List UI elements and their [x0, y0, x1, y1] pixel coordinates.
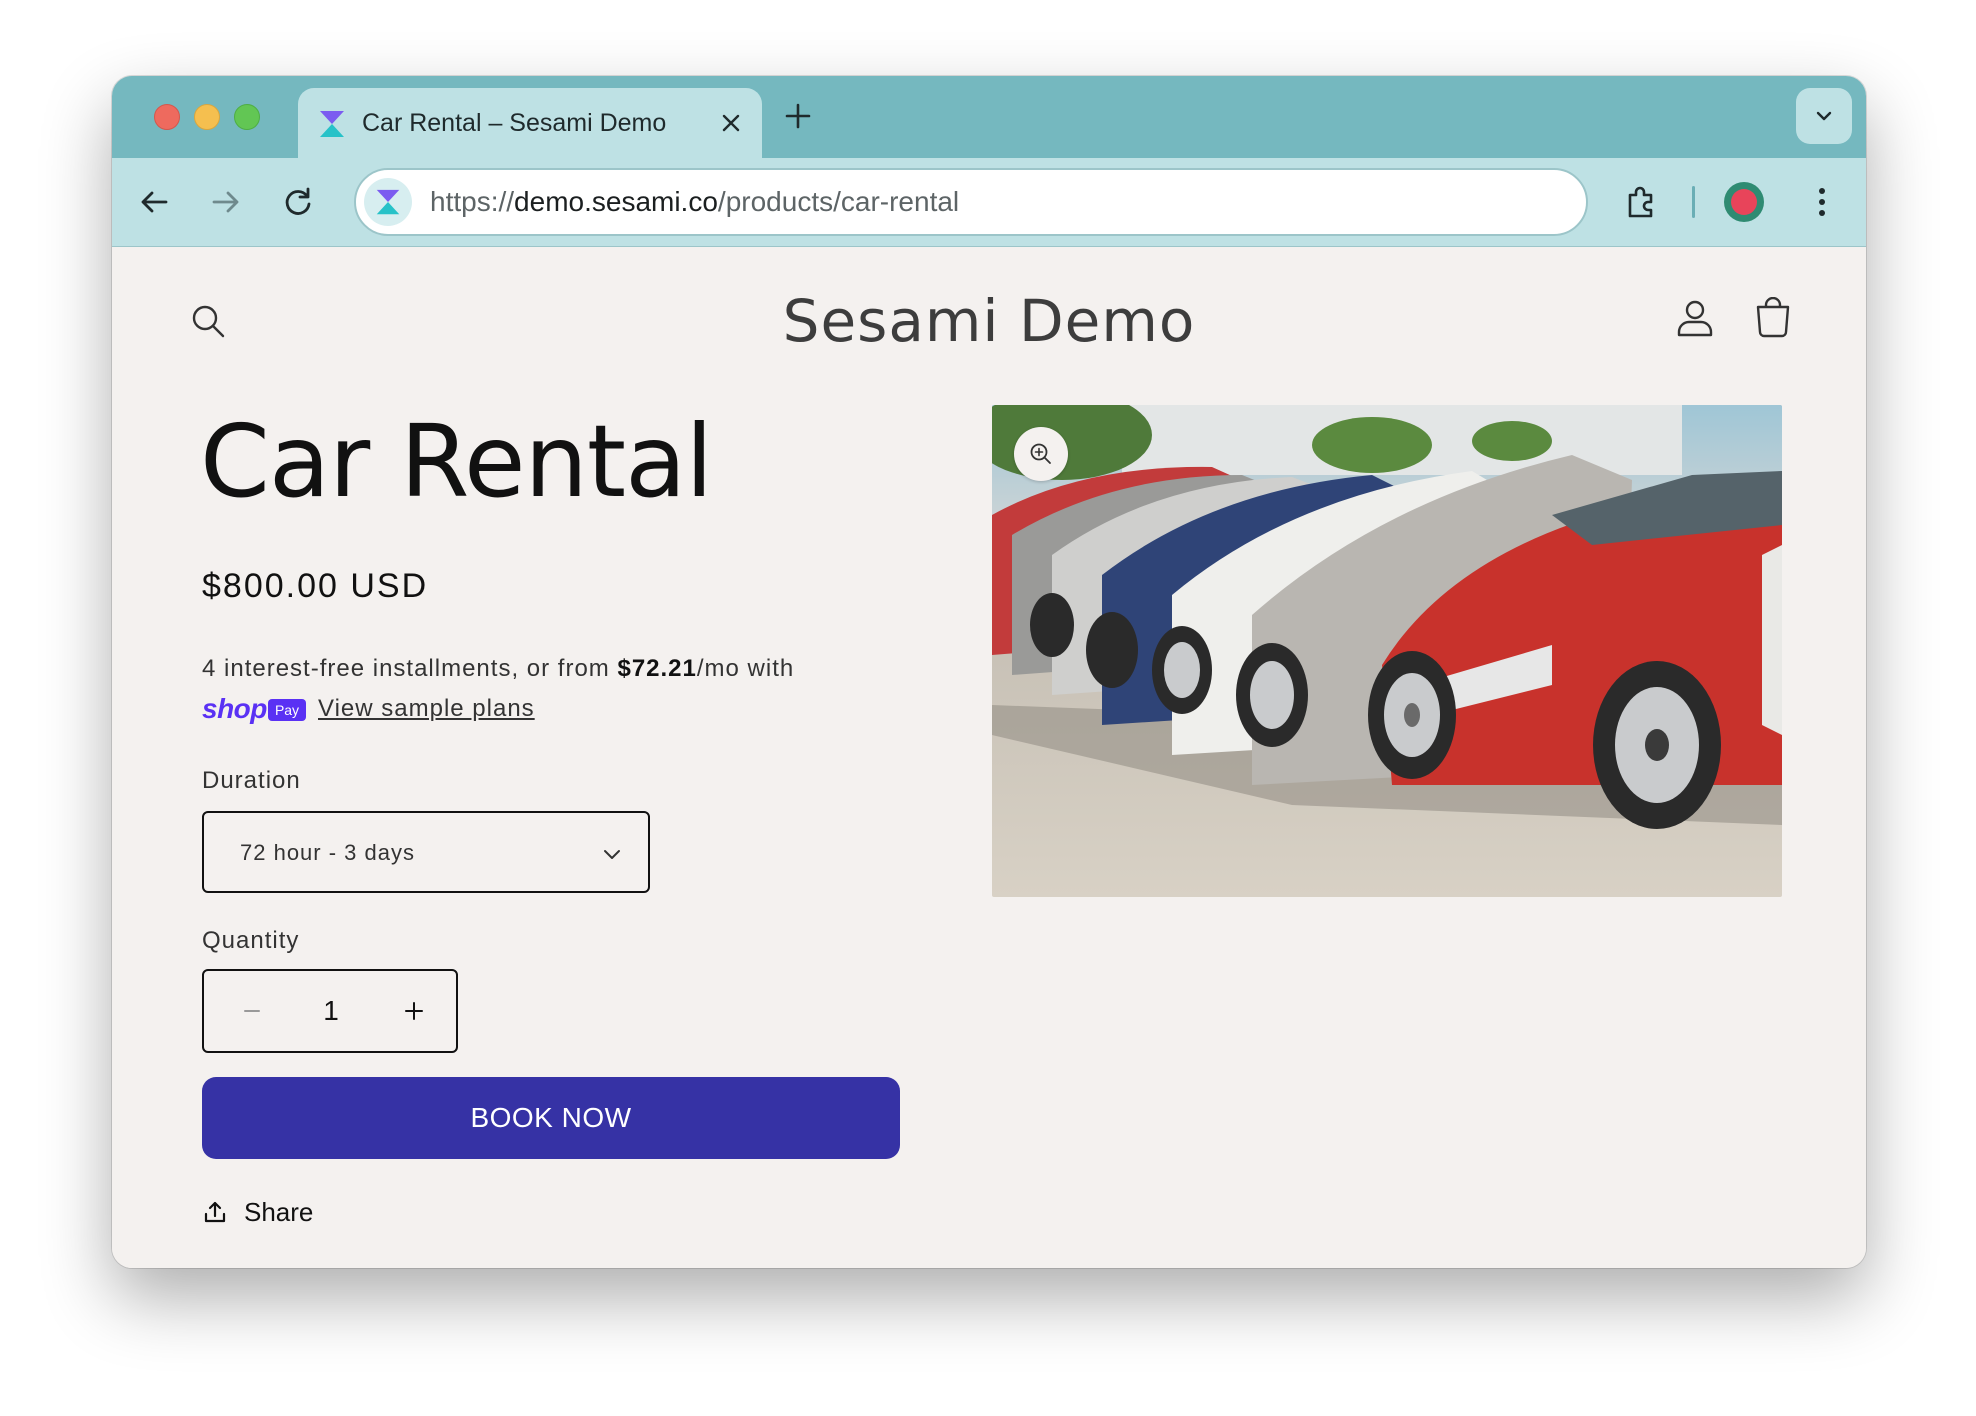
zoom-button[interactable]	[1014, 427, 1068, 481]
new-tab-icon[interactable]	[784, 102, 812, 130]
shop-pay-word: shop	[202, 693, 267, 724]
web-page: Sesami Demo Car Rental $800.00 USD 4 int…	[112, 247, 1866, 1268]
url-path: /products/car-rental	[717, 186, 960, 217]
forward-arrow-icon[interactable]	[208, 184, 244, 220]
chevron-down-icon	[604, 850, 620, 859]
shop-pay-badge: Pay	[268, 699, 306, 721]
product-image[interactable]	[992, 405, 1782, 897]
product-title: Car Rental	[200, 403, 713, 520]
reload-icon[interactable]	[280, 184, 316, 220]
back-arrow-icon[interactable]	[136, 184, 172, 220]
close-window-button[interactable]	[154, 104, 180, 130]
puzzle-icon[interactable]	[1622, 184, 1660, 222]
browser-toolbar: https://demo.sesami.co/products/car-rent…	[112, 158, 1866, 247]
kebab-menu-icon[interactable]	[1812, 184, 1832, 220]
address-bar[interactable]: https://demo.sesami.co/products/car-rent…	[354, 168, 1588, 236]
sesami-logo-icon	[376, 189, 400, 215]
installments-amount: $72.21	[617, 655, 697, 682]
profile-avatar[interactable]	[1724, 182, 1764, 222]
duration-label: Duration	[202, 767, 301, 794]
duration-selected-value: 72 hour - 3 days	[240, 840, 415, 865]
site-title[interactable]: Sesami Demo	[112, 287, 1866, 355]
maximize-window-button[interactable]	[234, 104, 260, 130]
zoom-in-icon	[1030, 443, 1051, 464]
minimize-window-button[interactable]	[194, 104, 220, 130]
url-text: https://demo.sesami.co/products/car-rent…	[430, 186, 959, 218]
installments-suffix: /mo with	[696, 655, 795, 682]
tab-title: Car Rental – Sesami Demo	[362, 109, 667, 137]
share-label: Share	[244, 1197, 314, 1227]
product-price: $800.00 USD	[202, 567, 429, 605]
quantity-stepper: 1	[202, 969, 458, 1053]
url-host: demo.sesami.co	[514, 186, 718, 217]
account-icon[interactable]	[1674, 297, 1716, 339]
view-sample-plans-link[interactable]: View sample plans	[318, 695, 535, 723]
browser-window: Car Rental – Sesami Demo https://demo.se…	[112, 76, 1866, 1268]
chevron-down-icon	[1816, 111, 1832, 121]
sesami-favicon-icon	[320, 111, 344, 137]
parked-cars-photo	[992, 405, 1782, 897]
installments-prefix: 4 interest-free installments, or from	[202, 655, 618, 682]
tab-car-rental[interactable]: Car Rental – Sesami Demo	[298, 88, 762, 162]
toolbar-divider	[1692, 186, 1695, 218]
installments-text: 4 interest-free installments, or from $7…	[202, 655, 794, 683]
quantity-input[interactable]: 1	[316, 995, 346, 1027]
close-tab-icon[interactable]	[720, 112, 742, 134]
decrease-quantity-button[interactable]	[238, 997, 266, 1025]
site-info-icon[interactable]	[364, 178, 412, 226]
url-scheme: https://	[430, 186, 515, 217]
quantity-label: Quantity	[202, 927, 300, 954]
share-icon	[204, 1201, 226, 1223]
tab-search-button[interactable]	[1796, 88, 1852, 144]
avatar-image	[1731, 189, 1757, 215]
cart-icon[interactable]	[1752, 297, 1794, 339]
book-now-button[interactable]: BOOK NOW	[202, 1077, 900, 1159]
increase-quantity-button[interactable]	[400, 997, 428, 1025]
tab-strip: Car Rental – Sesami Demo	[112, 76, 1866, 162]
duration-select[interactable]: 72 hour - 3 days	[202, 811, 650, 893]
